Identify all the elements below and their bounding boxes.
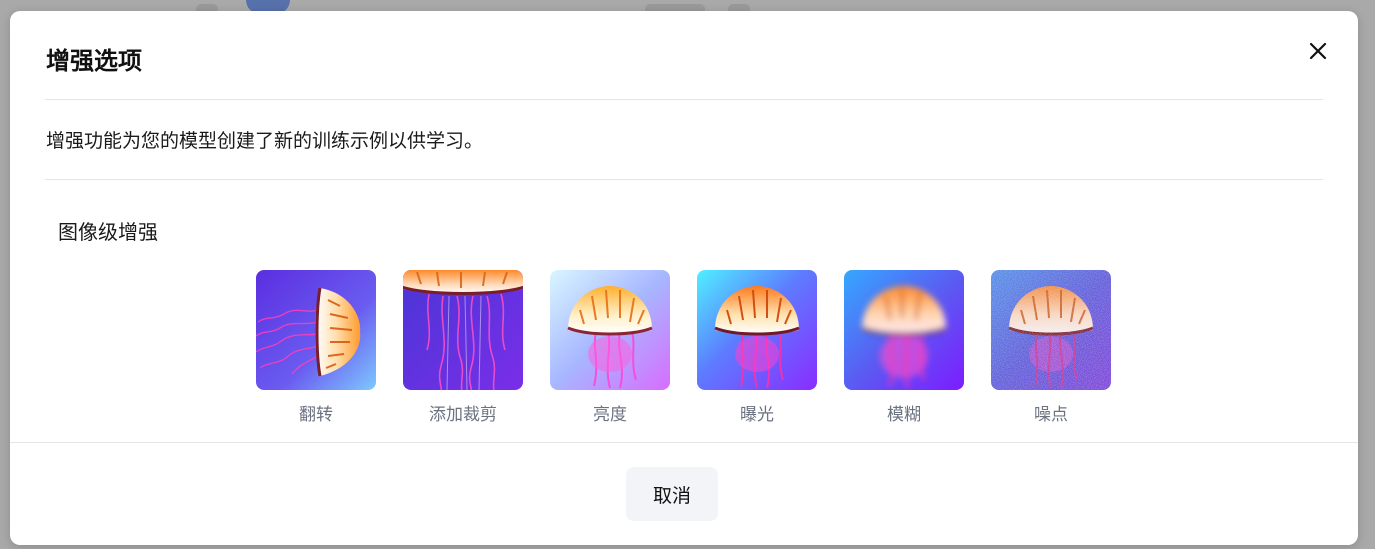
close-icon — [1309, 42, 1327, 60]
option-label: 亮度 — [593, 405, 627, 425]
jellyfish-noise-thumbnail — [991, 270, 1111, 390]
option-label: 模糊 — [887, 405, 921, 425]
dialog-title: 增强选项 — [46, 47, 142, 75]
jellyfish-exposure-thumbnail — [697, 270, 817, 390]
jellyfish-crop-thumbnail — [403, 270, 523, 390]
cancel-button[interactable]: 取消 — [626, 467, 718, 521]
footer-divider — [10, 442, 1358, 443]
section-title: 图像级增强 — [58, 220, 158, 244]
augmentation-options-dialog: 增强选项 增强功能为您的模型创建了新的训练示例以供学习。 图像级增强 翻转 添加… — [10, 11, 1358, 545]
augmentation-option-list: 翻转 添加裁剪 亮度 曝光 模糊 噪点 — [256, 270, 1111, 426]
option-noise[interactable]: 噪点 — [991, 270, 1111, 426]
jellyfish-blur-thumbnail — [844, 270, 964, 390]
option-exposure[interactable]: 曝光 — [697, 270, 817, 426]
option-label: 翻转 — [299, 405, 333, 425]
dialog-description: 增强功能为您的模型创建了新的训练示例以供学习。 — [46, 130, 484, 152]
option-label: 噪点 — [1034, 405, 1068, 425]
option-crop[interactable]: 添加裁剪 — [403, 270, 523, 426]
description-divider — [45, 179, 1323, 180]
option-blur[interactable]: 模糊 — [844, 270, 964, 426]
option-label: 曝光 — [740, 405, 774, 425]
option-flip[interactable]: 翻转 — [256, 270, 376, 426]
jellyfish-flip-thumbnail — [256, 270, 376, 390]
option-label: 添加裁剪 — [429, 405, 497, 425]
header-divider — [45, 99, 1323, 100]
option-brightness[interactable]: 亮度 — [550, 270, 670, 426]
jellyfish-brightness-thumbnail — [550, 270, 670, 390]
close-button[interactable] — [1304, 37, 1332, 65]
